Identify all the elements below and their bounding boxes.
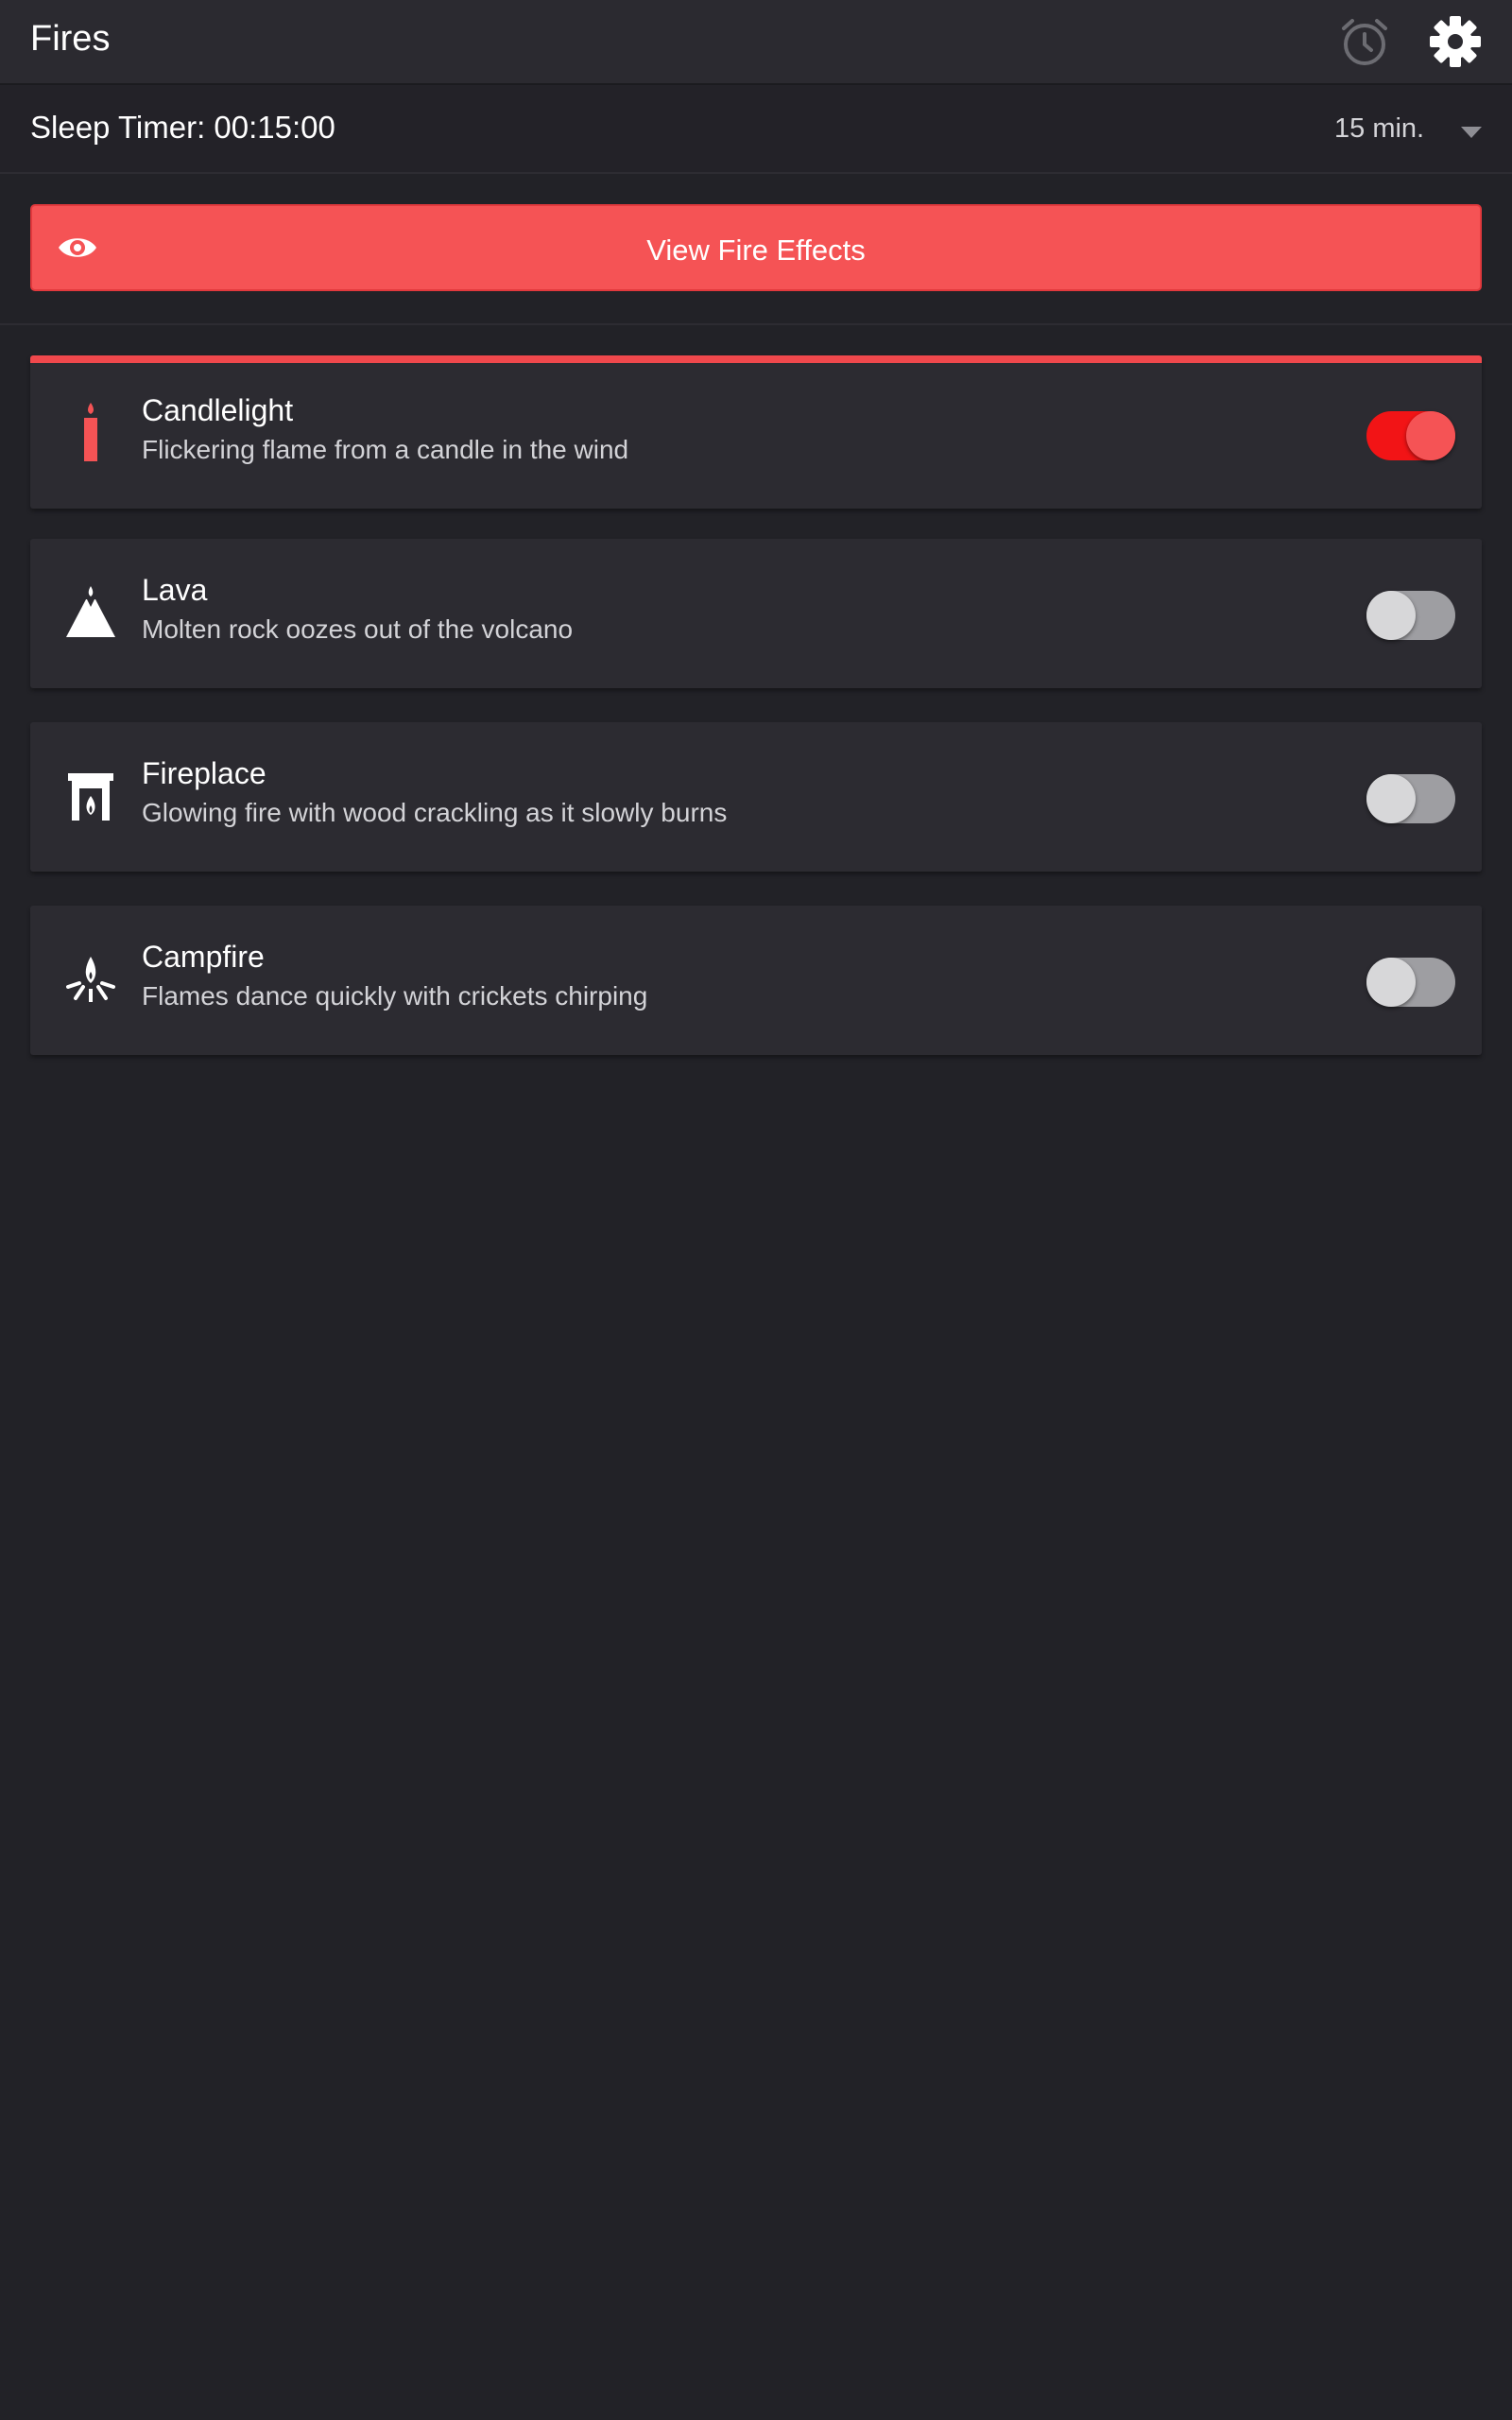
- effects-section: View Fire Effects: [0, 174, 1512, 325]
- app-title: Fires: [30, 19, 111, 59]
- sleep-timer-select[interactable]: 15 min.: [1314, 100, 1493, 157]
- view-fire-effects-label: View Fire Effects: [646, 233, 866, 267]
- campfire-icon: [62, 943, 119, 1013]
- fire-card-campfire[interactable]: Campfire Flames dance quickly with crick…: [30, 906, 1482, 1055]
- app-bar: Fires: [0, 0, 1512, 85]
- fire-toggle-lava[interactable]: [1366, 591, 1455, 640]
- alarm-clock-icon[interactable]: [1338, 15, 1391, 68]
- candle-icon: [62, 397, 119, 467]
- fire-description: Flickering flame from a candle in the wi…: [142, 435, 629, 464]
- fire-toggle-campfire[interactable]: [1366, 958, 1455, 1007]
- toggle-knob: [1406, 411, 1455, 460]
- fireplace-icon: [62, 760, 119, 830]
- gear-icon[interactable]: [1429, 15, 1482, 68]
- fire-card-fireplace[interactable]: Fireplace Glowing fire with wood crackli…: [30, 722, 1482, 872]
- fire-description: Glowing fire with wood crackling as it s…: [142, 798, 728, 827]
- view-fire-effects-button[interactable]: View Fire Effects: [30, 204, 1482, 291]
- fire-description: Molten rock oozes out of the volcano: [142, 614, 574, 644]
- fire-toggle-candlelight[interactable]: [1366, 411, 1455, 460]
- fire-name: Campfire: [142, 940, 265, 974]
- fire-description: Flames dance quickly with crickets chirp…: [142, 981, 648, 1011]
- sleep-timer-selected-value: 15 min.: [1334, 113, 1425, 144]
- toggle-knob: [1366, 958, 1416, 1007]
- fire-name: Candlelight: [142, 393, 294, 427]
- fire-name: Fireplace: [142, 756, 266, 790]
- toggle-knob: [1366, 591, 1416, 640]
- fire-card-lava[interactable]: Lava Molten rock oozes out of the volcan…: [30, 539, 1482, 688]
- fire-name: Lava: [142, 573, 208, 607]
- fire-toggle-fireplace[interactable]: [1366, 774, 1455, 823]
- volcano-icon: [62, 577, 119, 647]
- toggle-knob: [1366, 774, 1416, 823]
- chevron-down-icon: [1461, 127, 1482, 138]
- sleep-timer-label: Sleep Timer: 00:15:00: [30, 110, 335, 145]
- sleep-timer-bar: Sleep Timer: 00:15:00 15 min.: [0, 85, 1512, 174]
- fire-card-candlelight[interactable]: Candlelight Flickering flame from a cand…: [30, 355, 1482, 509]
